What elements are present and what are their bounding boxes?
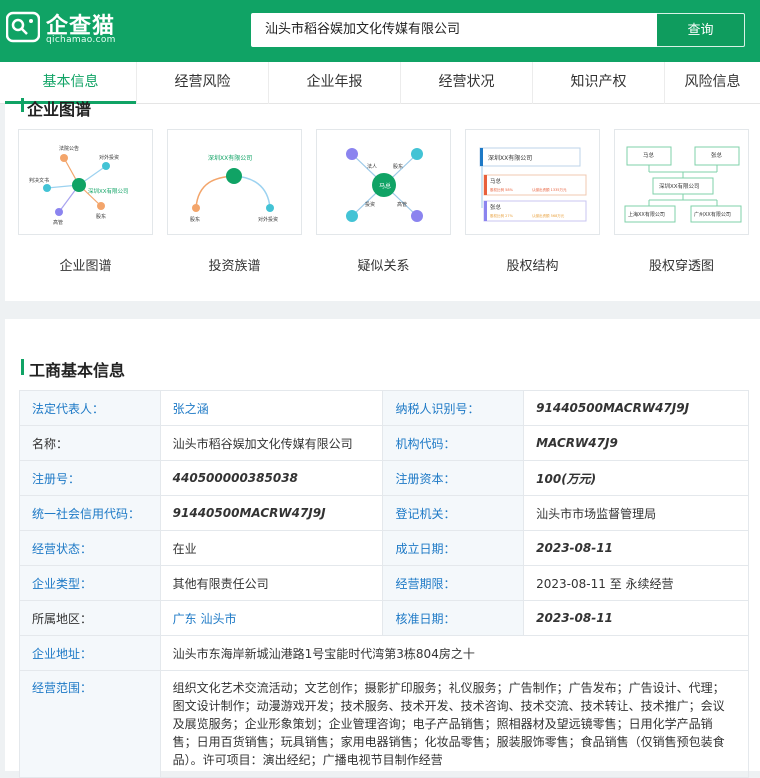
field-label: 机构代码：	[382, 425, 525, 461]
graph-node-label: 张总	[490, 203, 502, 211]
tab-operation-risk[interactable]: 经营风险	[137, 62, 269, 104]
field-label: 法定代表人：	[19, 390, 161, 426]
graph-node-label: 广州XX有限公司	[694, 211, 731, 218]
graph-company-label: 深圳XX有限公司	[88, 187, 129, 195]
field-label: 企业类型：	[19, 565, 161, 601]
region-link[interactable]: 广东 汕头市	[173, 612, 237, 626]
graph-pct-label: 股权比例 58%	[490, 187, 514, 192]
table-row: 企业地址： 汕头市东海岸新城汕港路1号宝能时代湾第3栋804房之十	[19, 635, 750, 671]
table-row: 名称： 汕头市稻谷娱加文化传媒有限公司 机构代码： MACRW47J9	[19, 425, 749, 461]
graph-capital-label: 认缴出资额 1335万元	[532, 187, 567, 192]
field-value: 在业	[159, 530, 384, 566]
graph-edge-label: 法人	[367, 163, 377, 170]
table-row: 经营范围： 组织文化艺术交流活动；文艺创作；摄影扩印服务；礼仪服务；广告制作；广…	[19, 670, 750, 778]
graph-pct-label: 股权比例 27%	[490, 213, 514, 218]
field-value: 汕头市市场监督管理局	[523, 495, 749, 531]
address-value: 汕头市东海岸新城汕港路1号宝能时代湾第3栋804房之十	[159, 635, 750, 671]
section-title: 工商基本信息	[21, 357, 125, 381]
tab-annual-report[interactable]: 企业年报	[269, 62, 401, 104]
graph-card-investment[interactable]: 深圳XX有限公司 股东 对外投资 投资族谱	[167, 129, 302, 277]
field-label: 注册号：	[19, 460, 161, 496]
field-label: 核准日期：	[382, 600, 525, 636]
field-label: 登记机关：	[382, 495, 525, 531]
field-value: 91440500MACRW47J9J	[172, 506, 326, 520]
legal-rep-link[interactable]: 张之涵	[173, 402, 209, 416]
field-value: 2023-08-11 至 永续经营	[523, 565, 749, 601]
search-input[interactable]: 汕头市稻谷娱加文化传媒有限公司	[251, 13, 657, 47]
field-label: 经营范围：	[19, 670, 161, 778]
tab-bar: 基本信息 经营风险 企业年报 经营状况 知识产权 风险信息	[0, 62, 760, 104]
graph-label: 投资族谱	[208, 259, 261, 274]
graph-section: 企业图谱 法院公告 对外投资 判决文书 股东 高管 深圳XX有限公司 企业图谱 …	[5, 98, 760, 301]
graph-node-label: 法院公告	[59, 145, 79, 152]
field-value: 100(万元)	[536, 471, 597, 486]
graph-company-label: 深圳XX有限公司	[488, 154, 532, 162]
graph-company-label: 马总	[379, 182, 391, 190]
field-label: 注册资本：	[382, 460, 525, 496]
graph-node-label: 上海XX有限公司	[628, 211, 665, 218]
logo-subtext: qichamao.com	[46, 35, 116, 45]
graph-label: 股权穿透图	[648, 259, 714, 274]
graph-node-label: 对外投资	[99, 154, 119, 161]
graph-edge-label: 股东	[393, 163, 403, 170]
graph-thumbnail: 深圳XX有限公司 马总 股权比例 58% 认缴出资额 1335万元 张总 股权比…	[465, 129, 600, 235]
graph-label: 疑似关系	[357, 259, 410, 274]
field-value: 440500000385038	[172, 471, 298, 485]
graph-card-equity[interactable]: 深圳XX有限公司 马总 股权比例 58% 认缴出资额 1335万元 张总 股权比…	[465, 129, 600, 277]
graph-card-penetration[interactable]: 马总 张总 深圳XX有限公司 上海XX有限公司 广州XX有限公司 股权穿透图	[614, 129, 749, 277]
field-label: 企业地址：	[19, 635, 161, 671]
graph-card-enterprise[interactable]: 法院公告 对外投资 判决文书 股东 高管 深圳XX有限公司 企业图谱	[18, 129, 153, 277]
field-label: 统一社会信用代码：	[19, 495, 161, 531]
field-label: 成立日期：	[382, 530, 525, 566]
field-label: 经营状态：	[19, 530, 161, 566]
graph-company-label: 深圳XX有限公司	[208, 154, 252, 162]
graph-node-label: 张总	[711, 151, 723, 159]
tab-ip[interactable]: 知识产权	[533, 62, 665, 104]
graph-edge-label: 投资	[365, 201, 375, 208]
table-row: 所属地区： 广东 汕头市 核准日期： 2023-08-11	[19, 600, 749, 636]
field-value: 2023-08-11	[536, 541, 613, 555]
graph-thumbnail: 法院公告 对外投资 判决文书 股东 高管 深圳XX有限公司	[18, 129, 153, 235]
logo[interactable]: 企查猫 qichamao.com	[6, 8, 116, 48]
field-value: MACRW47J9	[536, 436, 618, 450]
basic-info-section: 工商基本信息 法定代表人： 张之涵 纳税人识别号： 91440500MACRW4…	[5, 319, 760, 778]
company-name-value: 汕头市稻谷娱加文化传媒有限公司	[159, 425, 384, 461]
tab-operation-status[interactable]: 经营状况	[401, 62, 533, 104]
graph-node-label: 高管	[53, 219, 63, 226]
field-label: 名称：	[19, 425, 161, 461]
table-row: 统一社会信用代码： 91440500MACRW47J9J 登记机关： 汕头市市场…	[19, 495, 749, 531]
graph-thumbnail: 马总 法人 股东 投资 高管	[316, 129, 451, 235]
table-row: 法定代表人： 张之涵 纳税人识别号： 91440500MACRW47J9J	[19, 390, 749, 426]
table-row: 企业类型： 其他有限责任公司 经营期限： 2023-08-11 至 永续经营	[19, 565, 749, 601]
field-label: 经营期限：	[382, 565, 525, 601]
business-scope-value: 组织文化艺术交流活动；文艺创作；摄影扩印服务；礼仪服务；广告制作；广告发布；广告…	[159, 670, 750, 778]
graph-node-label: 股东	[190, 216, 200, 223]
table-row: 经营状态： 在业 成立日期： 2023-08-11	[19, 530, 749, 566]
graph-capital-label: 认缴出资额 568万元	[532, 213, 565, 218]
graph-company-label: 深圳XX有限公司	[659, 182, 700, 190]
search-button[interactable]: 查询	[657, 13, 745, 47]
field-label: 纳税人识别号：	[382, 390, 525, 426]
graph-node-label: 判决文书	[29, 177, 49, 184]
field-value: 91440500MACRW47J9J	[536, 401, 690, 415]
graph-node-label: 马总	[643, 151, 655, 159]
field-value: 2023-08-11	[536, 611, 613, 625]
table-row: 注册号： 440500000385038 注册资本： 100(万元)	[19, 460, 749, 496]
tab-risk-info[interactable]: 风险信息	[665, 62, 760, 104]
graph-label: 股权结构	[506, 259, 559, 274]
logo-icon	[6, 11, 40, 43]
top-bar: 企查猫 qichamao.com 汕头市稻谷娱加文化传媒有限公司 查询	[0, 0, 760, 62]
basic-info-table: 法定代表人： 张之涵 纳税人识别号： 91440500MACRW47J9J 名称…	[19, 390, 750, 778]
graph-label: 企业图谱	[59, 259, 112, 274]
field-label: 所属地区：	[19, 600, 161, 636]
graph-card-suspected[interactable]: 马总 法人 股东 投资 高管 疑似关系	[316, 129, 451, 277]
graph-thumbnail: 马总 张总 深圳XX有限公司 上海XX有限公司 广州XX有限公司	[614, 129, 749, 235]
graph-node-label: 股东	[96, 213, 106, 220]
field-value: 其他有限责任公司	[159, 565, 384, 601]
graph-edge-label: 高管	[397, 201, 407, 208]
graph-thumbnail: 深圳XX有限公司 股东 对外投资	[167, 129, 302, 235]
graph-section-title: 企业图谱	[21, 96, 91, 120]
graph-node-label: 对外投资	[258, 216, 278, 223]
graph-node-label: 马总	[490, 177, 502, 185]
